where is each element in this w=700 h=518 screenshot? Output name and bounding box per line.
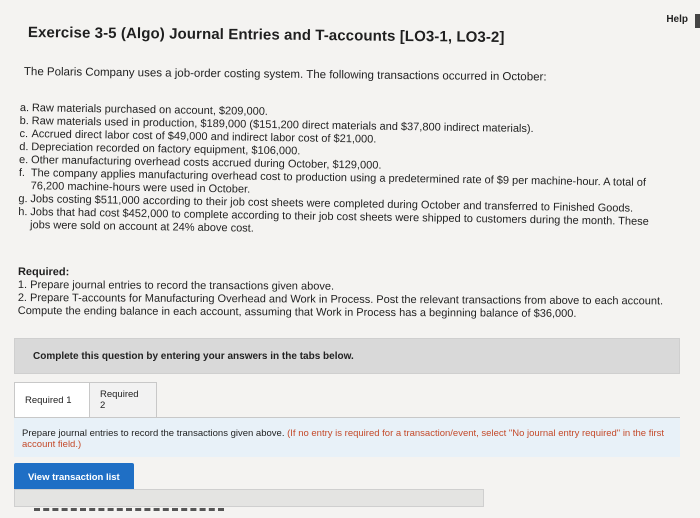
transaction-letter: b. [19, 114, 29, 128]
exercise-title: Exercise 3-5 (Algo) Journal Entries and … [27, 24, 505, 46]
required-section: Required: 1. Prepare journal entries to … [18, 266, 678, 321]
transaction-letter: a. [19, 102, 30, 115]
transaction-letter: h. [18, 205, 28, 219]
complete-question-banner: Complete this question by entering your … [14, 338, 680, 374]
transaction-letter: d. [19, 140, 29, 154]
problem-intro: The Polaris Company uses a job-order cos… [23, 66, 547, 84]
cut-off-content [34, 508, 224, 515]
window-edge [695, 14, 700, 28]
transaction-letter: g. [18, 192, 28, 206]
instruction-text: Prepare journal entries to record the tr… [22, 428, 285, 439]
help-link[interactable]: Help [666, 14, 688, 25]
tab-required-1[interactable]: Required 1 [14, 382, 90, 418]
complete-question-text: Complete this question by entering your … [33, 351, 354, 362]
transaction-letter: e. [18, 153, 29, 167]
transaction-letter: c. [19, 127, 29, 141]
tab-instruction-panel: Prepare journal entries to record the tr… [14, 417, 680, 457]
transaction-list: a. Raw materials purchased on account, $… [18, 102, 670, 242]
required-tabs: Required 1 Required 2 [14, 382, 157, 418]
required-2-text: 2. Prepare T-accounts for Manufacturing … [17, 291, 664, 320]
view-transaction-list-button[interactable]: View transaction list [14, 463, 134, 491]
tab-required-2[interactable]: Required 2 [89, 382, 157, 418]
transaction-letter: f. [18, 166, 26, 180]
journal-entry-area [14, 489, 484, 507]
